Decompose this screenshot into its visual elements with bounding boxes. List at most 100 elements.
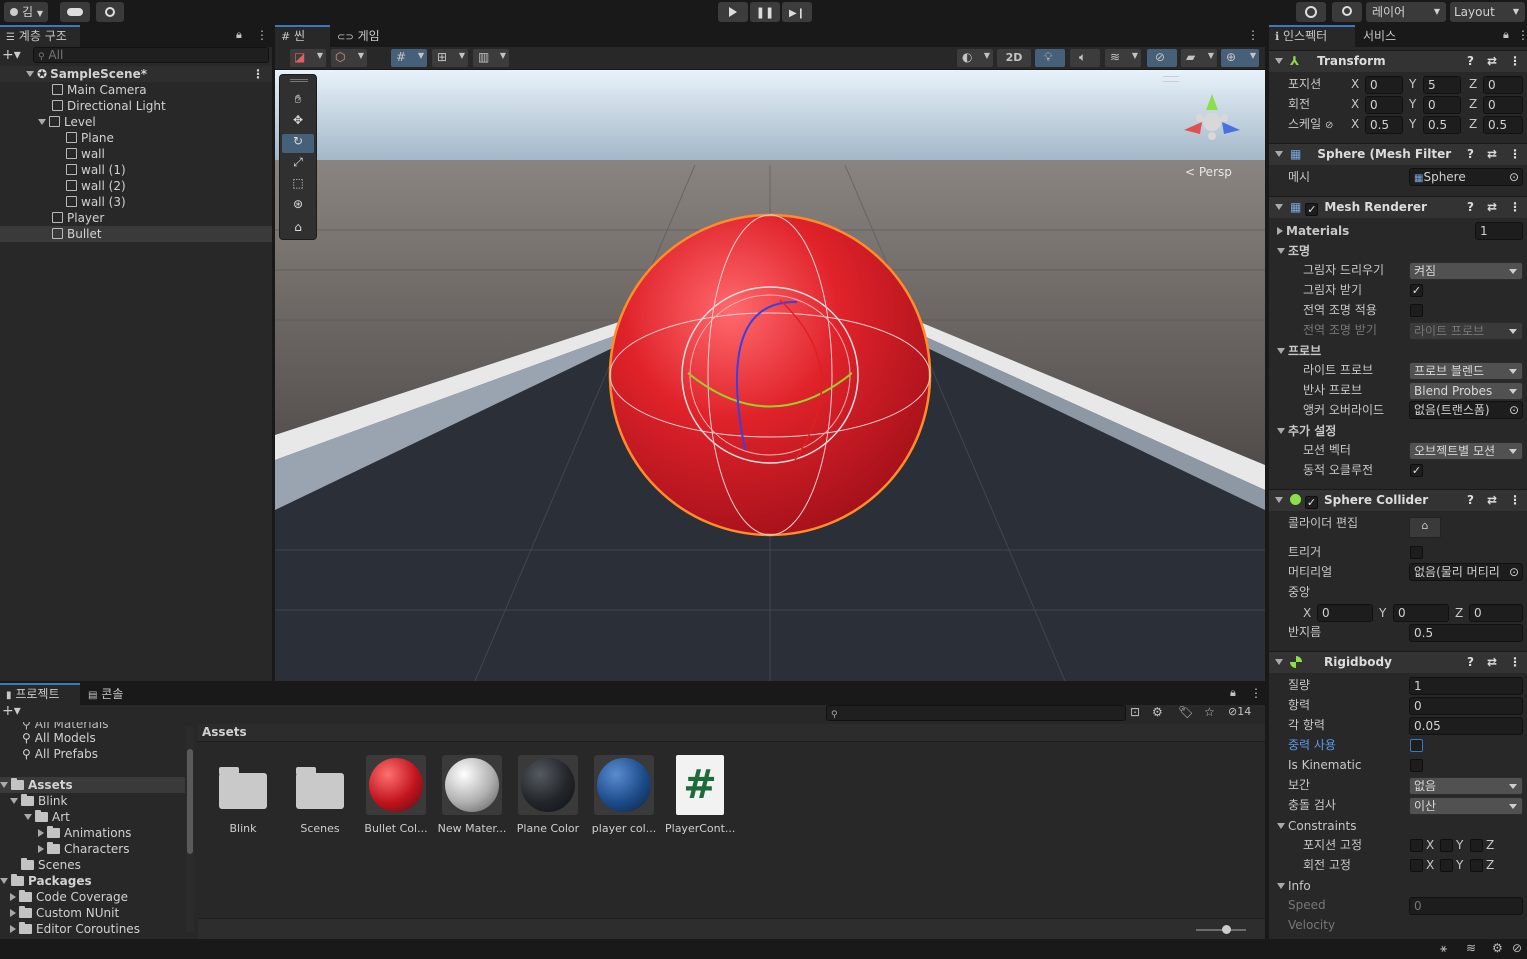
hierarchy-item-plane[interactable]: Plane	[0, 130, 114, 146]
drag-handle-icon[interactable]	[290, 79, 308, 82]
lock-icon[interactable]: 🔒︎	[1230, 686, 1236, 700]
hierarchy-item-wall[interactable]: wall	[0, 146, 105, 162]
tree-editor-coroutines[interactable]: Editor Coroutines	[0, 921, 140, 937]
layers-dropdown[interactable]: 레이어 ▼	[1366, 2, 1446, 22]
cloud-button[interactable]	[60, 2, 90, 22]
contribute-gi-checkbox[interactable]	[1410, 304, 1423, 317]
lighting-toggle-button[interactable]: 💡︎	[1035, 49, 1065, 67]
cache-icon[interactable]: ⊘	[1512, 941, 1522, 955]
rigidbody-header[interactable]: Rigidbody? ⇄ ⋮	[1269, 651, 1527, 673]
layers-icon[interactable]: ≋	[1466, 941, 1476, 955]
target-icon[interactable]: ⊙	[1509, 169, 1519, 185]
freeze-rotation-x-checkbox[interactable]	[1410, 859, 1423, 872]
meshfilter-header[interactable]: ▦ Sphere (Mesh Filter? ⇄ ⋮	[1269, 143, 1527, 165]
scale-y-field[interactable]: 0.5	[1423, 116, 1461, 134]
position-z-field[interactable]: 0	[1483, 76, 1523, 94]
expand-icon[interactable]	[1275, 659, 1283, 665]
expand-icon[interactable]	[1277, 823, 1285, 829]
preset-icon[interactable]: ⇄	[1487, 144, 1497, 165]
tree-characters[interactable]: Characters	[0, 841, 130, 857]
help-icon[interactable]: ?	[1467, 490, 1474, 511]
shading-button[interactable]: ◐ ▼	[957, 49, 993, 67]
angular-drag-field[interactable]: 0.05	[1409, 717, 1523, 735]
tree-animations[interactable]: Animations	[0, 825, 131, 841]
step-button[interactable]: ▶❙	[782, 2, 812, 22]
freeze-position-y-checkbox[interactable]	[1440, 839, 1453, 852]
asset-player-color[interactable]: player col...	[589, 755, 659, 835]
pause-button[interactable]: ❚❚	[750, 2, 780, 22]
zoom-slider[interactable]	[1196, 925, 1246, 934]
asset-new-material[interactable]: New Mater...	[437, 755, 507, 835]
more-icon[interactable]: ⋮	[1250, 686, 1262, 700]
drag-field[interactable]: 0	[1409, 697, 1523, 715]
expand-icon[interactable]	[10, 798, 18, 804]
tree-assets[interactable]: Assets	[0, 777, 185, 793]
expand-icon[interactable]	[1277, 248, 1285, 254]
collapse-icon[interactable]	[10, 909, 16, 917]
asset-bullet-color[interactable]: Bullet Col...	[361, 755, 431, 835]
tab-console[interactable]: ▤ 콘솔	[82, 683, 142, 705]
collapse-icon[interactable]	[38, 829, 44, 837]
edit-collider-button[interactable]: ⌂	[1409, 517, 1441, 538]
more-icon[interactable]: ⋮	[1509, 490, 1521, 511]
tab-services[interactable]: 서비스	[1357, 25, 1417, 47]
expand-icon[interactable]	[0, 782, 8, 788]
freeze-rotation-z-checkbox[interactable]	[1470, 859, 1483, 872]
tree-packages[interactable]: Packages	[0, 873, 92, 889]
asset-scenes[interactable]: Scenes	[285, 755, 355, 835]
more-icon[interactable]: ⋮	[1517, 28, 1527, 42]
camera-button[interactable]: ▰ ▼	[1181, 49, 1217, 67]
materials-count-field[interactable]: 1	[1475, 222, 1523, 240]
tree-custom-nunit[interactable]: Custom NUnit	[0, 905, 119, 921]
expand-icon[interactable]	[1275, 151, 1283, 157]
hierarchy-item-level[interactable]: Level	[0, 114, 96, 130]
expand-icon[interactable]	[24, 814, 32, 820]
menu-icon[interactable]	[1163, 76, 1179, 82]
hierarchy-item-wall-3[interactable]: wall (3)	[0, 194, 126, 210]
info-foldout[interactable]: Info	[1277, 878, 1311, 894]
expand-icon[interactable]	[1277, 883, 1285, 889]
trigger-checkbox[interactable]	[1410, 546, 1423, 559]
renderer-header[interactable]: ▦ ✓ Mesh Renderer? ⇄ ⋮	[1269, 196, 1527, 218]
radius-field[interactable]: 0.5	[1409, 624, 1523, 642]
lock-icon[interactable]: 🔒︎	[236, 28, 242, 42]
asset-blink[interactable]: Blink	[208, 755, 278, 835]
2d-toggle-button[interactable]: 2D	[997, 49, 1031, 67]
freeze-position-z-checkbox[interactable]	[1470, 839, 1483, 852]
more-icon[interactable]: ⋮	[1509, 652, 1521, 673]
move-tool-icon[interactable]: ✥	[282, 113, 314, 132]
rotate-tool-icon[interactable]: ↻	[282, 134, 314, 153]
additional-settings-foldout[interactable]: 추가 설정	[1277, 423, 1336, 439]
favorite-icon[interactable]: ☆	[1204, 705, 1215, 719]
tree-art[interactable]: Art	[0, 809, 70, 825]
more-icon[interactable]: ⋮	[1509, 144, 1521, 165]
collab-button[interactable]	[96, 2, 124, 22]
account-button[interactable]: 김 ▼	[4, 2, 48, 22]
scene-viewport[interactable]: < Persp ✋︎ ✥ ↻ ⤢ ⬚ ⊛ ⌂	[275, 70, 1265, 681]
draw-mode-button[interactable]: ◪ ▼	[290, 49, 326, 67]
position-x-field[interactable]: 0	[1365, 76, 1403, 94]
gizmos-button[interactable]: ⊕ ▼	[1221, 49, 1259, 67]
materials-foldout[interactable]: Materials	[1277, 223, 1349, 239]
layout-dropdown[interactable]: Layout ▼	[1450, 2, 1525, 22]
collapse-icon[interactable]	[10, 925, 16, 933]
audio-toggle-button[interactable]: 🔈︎	[1070, 49, 1100, 67]
use-gravity-checkbox[interactable]	[1410, 739, 1423, 752]
expand-icon[interactable]	[1277, 428, 1285, 434]
more-icon[interactable]: ⋮	[1509, 51, 1521, 72]
expand-icon[interactable]	[38, 119, 46, 125]
center-x-field[interactable]: 0	[1317, 604, 1373, 622]
projection-label[interactable]: < Persp	[1185, 165, 1232, 179]
hierarchy-search-input[interactable]: ⚲ All	[33, 47, 269, 63]
history-button[interactable]	[1296, 2, 1326, 22]
collapse-icon[interactable]	[38, 845, 44, 853]
expand-icon[interactable]	[1275, 204, 1283, 210]
hierarchy-item-directional-light[interactable]: Directional Light	[0, 98, 166, 114]
tab-project[interactable]: ▮ 프로젝트	[0, 683, 80, 705]
hidden-packages-icon[interactable]: ⊘14	[1228, 705, 1251, 718]
rotation-z-field[interactable]: 0	[1483, 96, 1523, 114]
rotation-x-field[interactable]: 0	[1365, 96, 1403, 114]
tree-scenes[interactable]: Scenes	[0, 857, 81, 873]
target-icon[interactable]: ⊙	[1509, 402, 1519, 418]
mesh-object-field[interactable]: ▦Sphere ⊙	[1409, 168, 1523, 186]
